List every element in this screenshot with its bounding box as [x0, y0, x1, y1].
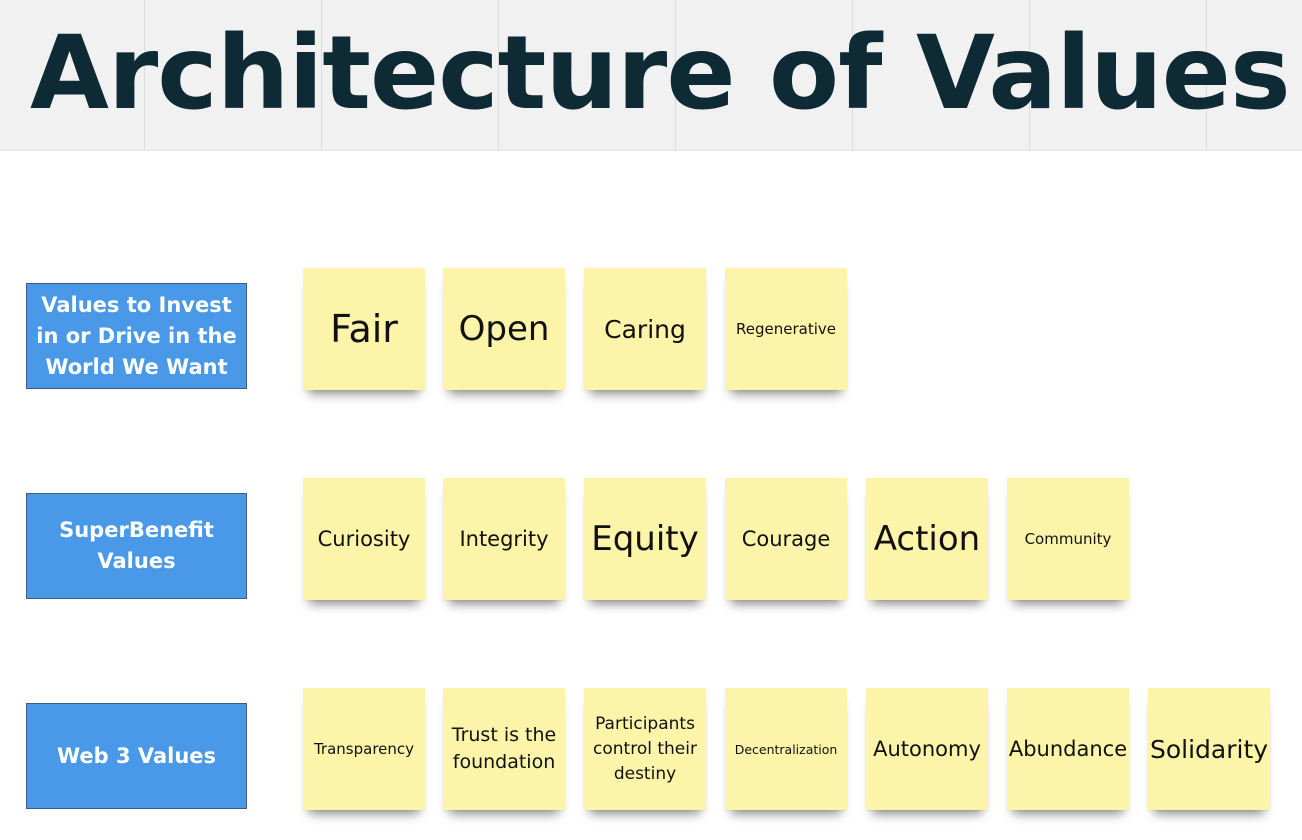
sticky-note[interactable]: Equity — [584, 478, 706, 600]
sticky-note[interactable]: Curiosity — [303, 478, 425, 600]
sticky-note[interactable]: Caring — [584, 268, 706, 390]
sticky-note[interactable]: Autonomy — [866, 688, 988, 810]
row-label-web3-values[interactable]: Web 3 Values — [26, 703, 247, 809]
sticky-note[interactable]: Participants control their destiny — [584, 688, 706, 810]
board-title[interactable]: Architecture of Values — [30, 4, 1291, 144]
sticky-note[interactable]: Decentralization — [725, 688, 847, 810]
sticky-note[interactable]: Solidarity — [1148, 688, 1270, 810]
sticky-note[interactable]: Fair — [303, 268, 425, 390]
sticky-note[interactable]: Action — [866, 478, 988, 600]
sticky-note[interactable]: Transparency — [303, 688, 425, 810]
row-label-invest-values[interactable]: Values to Invest in or Drive in the Worl… — [26, 283, 247, 389]
sticky-note[interactable]: Community — [1007, 478, 1129, 600]
sticky-note[interactable]: Trust is the foundation — [443, 688, 565, 810]
board-header: Architecture of Values — [0, 0, 1302, 151]
sticky-note[interactable]: Open — [443, 268, 565, 390]
sticky-note[interactable]: Abundance — [1007, 688, 1129, 810]
sticky-note[interactable]: Integrity — [443, 478, 565, 600]
sticky-note[interactable]: Courage — [725, 478, 847, 600]
row-label-superbenefit-values[interactable]: SuperBenefit Values — [26, 493, 247, 599]
sticky-note[interactable]: Regenerative — [725, 268, 847, 390]
